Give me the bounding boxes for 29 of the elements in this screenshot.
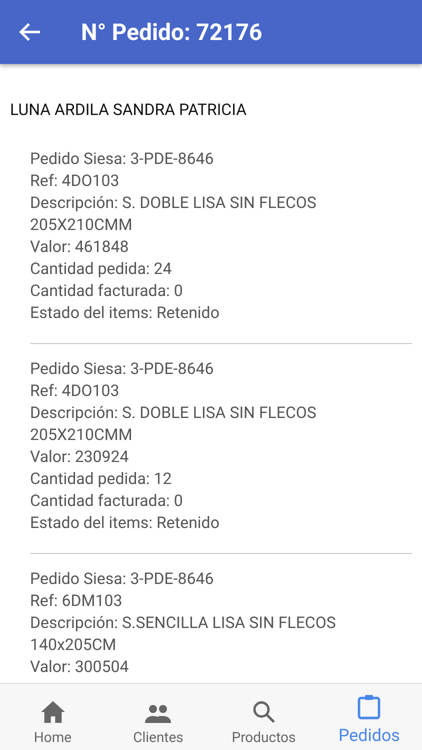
people-icon [144,704,172,724]
item-detail: Pedido Siesa: 3-PDE-8646 [30,358,215,380]
page-title: N° Pedido: 72176 [81,18,262,46]
home-icon [40,700,66,724]
clipboard-icon [357,694,382,720]
item-detail: Pedido Siesa: 3-PDE-8646 [30,568,215,590]
item-detail: Ref: 4DO103 [30,380,120,402]
nav-tab[interactable]: Home [0,684,106,750]
item-detail: Descripción: S. DOBLE LISA SIN FLECOS 205X210CMM [30,192,318,236]
item-detail: Cantidad pedida: 24 [30,258,173,280]
search-icon [252,700,276,724]
nav-tab[interactable]: Pedidos [316,684,422,750]
item-detail: Descripción: S. DOBLE LISA SIN FLECOS 205X210CMM [30,402,318,446]
item-detail: Valor: 300504 [30,656,130,678]
item-detail: Valor: 230924 [30,446,130,468]
item-detail: Valor: 461848 [30,236,130,258]
nav-tab[interactable]: Clientes [106,684,211,750]
back-arrow-icon [19,22,41,42]
item-detail: Estado del items: Retenido [30,302,220,324]
item-detail: Estado del items: Retenido [30,512,220,534]
item-detail: Ref: 4DO103 [30,170,120,192]
item-detail: Ref: 6DM103 [30,590,124,612]
item-detail: Cantidad facturada: 0 [30,490,184,512]
customer-name: LUNA ARDILA SANDRA PATRICIA [10,100,248,119]
item-detail: Cantidad pedida: 12 [30,468,173,490]
nav-tab[interactable]: Productos [211,684,316,750]
item-detail: Descripción: S.SENCILLA LISA SIN FLECOS 140x205CM [30,612,337,656]
item-detail: Pedido Siesa: 3-PDE-8646 [30,148,215,170]
item-detail: Cantidad facturada: 0 [30,280,184,302]
